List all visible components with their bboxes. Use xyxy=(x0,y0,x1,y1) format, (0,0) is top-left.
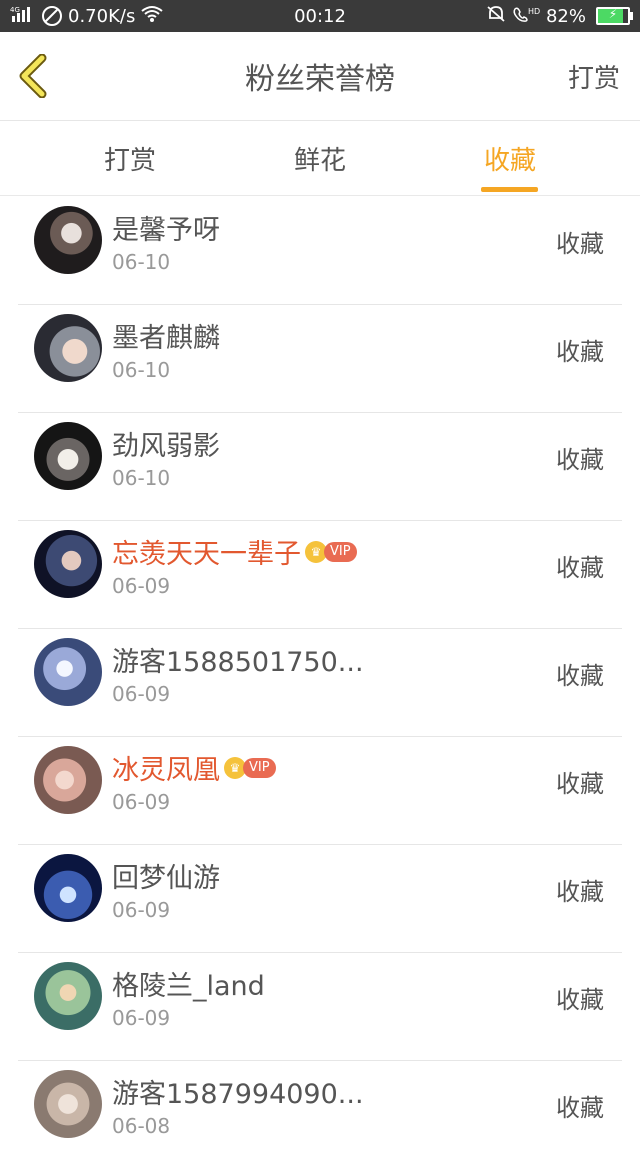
list-item[interactable]: 劲风弱影 06-10 收藏 xyxy=(18,412,622,521)
battery-cap xyxy=(630,12,633,20)
list-item[interactable]: 游客1587994090... 06-08 收藏 xyxy=(18,1060,622,1168)
status-bar: 4G 0.70K/s 00:12 HD 82% ⚡ xyxy=(0,0,640,32)
name-line: 格陵兰_land xyxy=(112,964,265,1003)
favorite-label: 收藏 xyxy=(556,770,604,798)
charging-icon: ⚡ xyxy=(608,7,618,21)
favorite-label: 收藏 xyxy=(556,986,604,1014)
avatar[interactable] xyxy=(34,638,102,706)
chevron-left-icon xyxy=(19,53,47,99)
name-line: 回梦仙游 xyxy=(112,856,220,895)
date: 06-09 xyxy=(112,682,171,706)
svg-text:HD: HD xyxy=(528,7,540,16)
favorite-label: 收藏 xyxy=(556,1094,604,1122)
status-left: 4G 0.70K/s xyxy=(0,5,173,28)
tab-flowers[interactable]: 鲜花 xyxy=(240,121,400,195)
user-name: 墨者麒麟 xyxy=(112,323,220,354)
battery-icon: ⚡ xyxy=(596,7,633,25)
tab-active-indicator xyxy=(481,187,538,192)
name-line: 墨者麒麟 xyxy=(112,316,220,355)
user-name: 忘羡天天一辈子 xyxy=(112,539,301,570)
date: 06-10 xyxy=(112,250,171,274)
favorite-label: 收藏 xyxy=(556,554,604,582)
page-title: 粉丝荣誉榜 xyxy=(245,62,395,97)
list-item[interactable]: 忘羡天天一辈子 ♛ VIP 06-09 收藏 xyxy=(18,520,622,629)
user-name: 游客1588501750... xyxy=(112,647,364,678)
battery-percent: 82% xyxy=(545,5,586,27)
name-line: 游客1588501750... xyxy=(112,640,364,679)
avatar[interactable] xyxy=(34,422,102,490)
back-button[interactable] xyxy=(14,53,54,99)
user-name: 格陵兰_land xyxy=(112,971,265,1002)
mute-icon xyxy=(486,5,506,28)
name-line: 劲风弱影 xyxy=(112,424,220,463)
list-item[interactable]: 游客1588501750... 06-09 收藏 xyxy=(18,628,622,737)
date: 06-09 xyxy=(112,898,171,922)
vip-label: VIP xyxy=(243,757,276,778)
user-name: 游客1587994090... xyxy=(112,1079,364,1110)
status-right: HD 82% ⚡ xyxy=(476,5,640,28)
avatar[interactable] xyxy=(34,206,102,274)
blocked-icon xyxy=(42,6,62,26)
tab-favorites-label: 收藏 xyxy=(483,145,536,176)
wifi-icon xyxy=(141,5,163,28)
user-name: 冰灵凤凰 xyxy=(112,755,220,786)
tab-reward[interactable]: 打赏 xyxy=(50,121,210,195)
tab-flowers-label: 鲜花 xyxy=(293,145,346,176)
avatar[interactable] xyxy=(34,1070,102,1138)
date: 06-10 xyxy=(112,358,171,382)
tab-favorites[interactable]: 收藏 xyxy=(430,121,590,195)
favorite-label: 收藏 xyxy=(556,878,604,906)
reward-button[interactable]: 打赏 xyxy=(568,58,620,95)
tab-reward-label: 打赏 xyxy=(103,145,156,176)
list-item[interactable]: 回梦仙游 06-09 收藏 xyxy=(18,844,622,953)
user-name: 是馨予呀 xyxy=(112,215,220,246)
date: 06-08 xyxy=(112,1114,171,1138)
list-item[interactable]: 格陵兰_land 06-09 收藏 xyxy=(18,952,622,1061)
name-line: 冰灵凤凰 ♛ VIP xyxy=(112,748,276,787)
hd-call-icon: HD xyxy=(512,5,540,28)
network-speed: 0.70K/s xyxy=(68,5,136,27)
user-name: 回梦仙游 xyxy=(112,863,220,894)
header: 粉丝荣誉榜 打赏 xyxy=(0,32,640,121)
tab-bar: 打赏 鲜花 收藏 xyxy=(0,121,640,196)
date: 06-09 xyxy=(112,1006,171,1030)
list-item[interactable]: 墨者麒麟 06-10 收藏 xyxy=(18,304,622,413)
signal-icon: 4G xyxy=(10,5,36,28)
svg-text:4G: 4G xyxy=(10,6,20,14)
avatar[interactable] xyxy=(34,746,102,814)
favorite-label: 收藏 xyxy=(556,662,604,690)
vip-label: VIP xyxy=(324,541,357,562)
list-item[interactable]: 是馨予呀 06-10 收藏 xyxy=(18,196,622,305)
avatar[interactable] xyxy=(34,530,102,598)
avatar[interactable] xyxy=(34,314,102,382)
favorite-label: 收藏 xyxy=(556,446,604,474)
list-item[interactable]: 冰灵凤凰 ♛ VIP 06-09 收藏 xyxy=(18,736,622,845)
date: 06-09 xyxy=(112,574,171,598)
user-name: 劲风弱影 xyxy=(112,431,220,462)
name-line: 游客1587994090... xyxy=(112,1072,364,1111)
avatar[interactable] xyxy=(34,854,102,922)
favorite-label: 收藏 xyxy=(556,338,604,366)
name-line: 忘羡天天一辈子 ♛ VIP xyxy=(112,532,357,571)
vip-badge: ♛ VIP xyxy=(224,756,276,780)
name-line: 是馨予呀 xyxy=(112,208,220,247)
favorite-label: 收藏 xyxy=(556,230,604,258)
date: 06-10 xyxy=(112,466,171,490)
date: 06-09 xyxy=(112,790,171,814)
avatar[interactable] xyxy=(34,962,102,1030)
vip-badge: ♛ VIP xyxy=(305,540,357,564)
